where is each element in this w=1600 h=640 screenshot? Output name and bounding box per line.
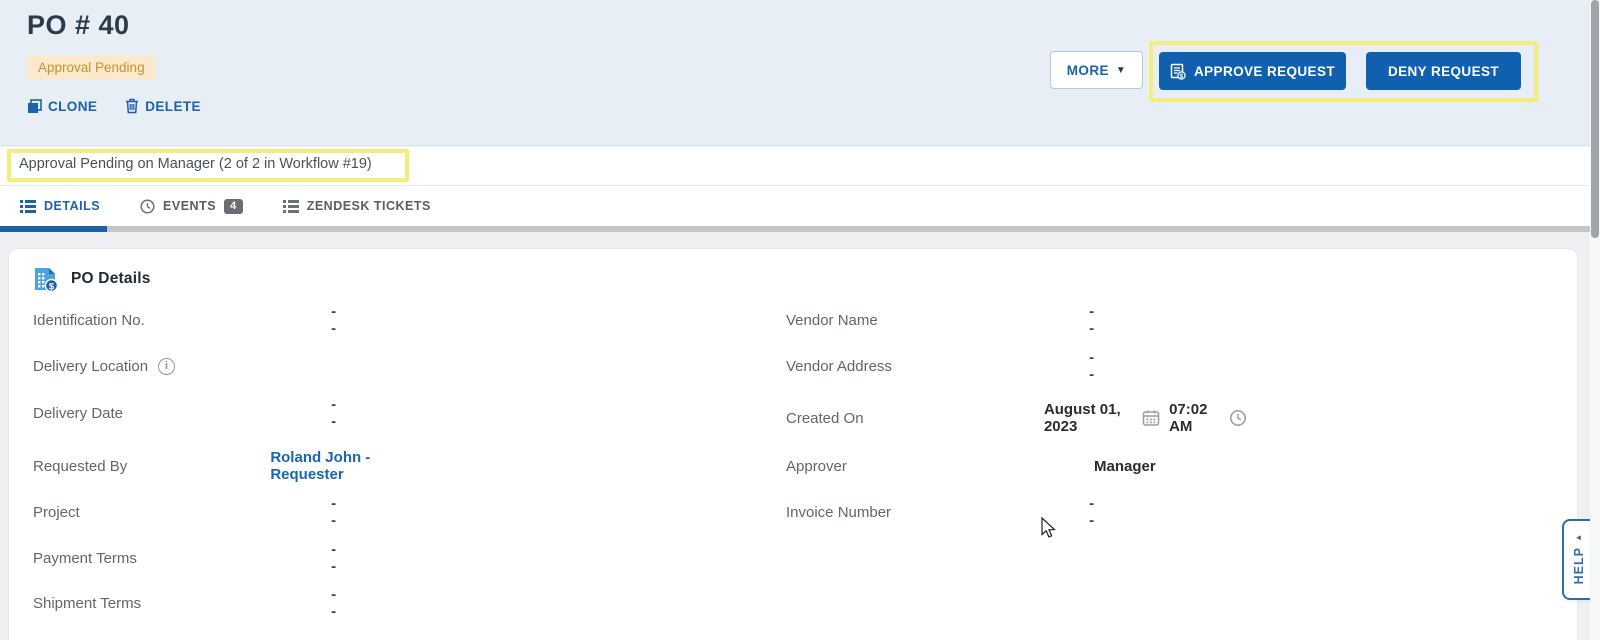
help-label: HELP xyxy=(1571,547,1586,585)
svg-text:$: $ xyxy=(49,281,55,292)
svg-text:$: $ xyxy=(1179,73,1183,80)
tab-zendesk-tickets[interactable]: ZENDESK TICKETS xyxy=(273,186,441,226)
field-value: -- xyxy=(331,303,337,337)
created-on-date: August 01, 2023 xyxy=(1043,401,1121,435)
delete-label: DELETE xyxy=(145,98,201,114)
field-label: Approver xyxy=(786,457,847,475)
field-value: -- xyxy=(1089,495,1095,529)
trash-icon xyxy=(125,98,139,114)
field-label: Payment Terms xyxy=(33,549,137,567)
approve-request-button[interactable]: $ APPROVE REQUEST xyxy=(1159,52,1346,90)
more-label: MORE xyxy=(1066,62,1109,78)
deny-label: DENY REQUEST xyxy=(1387,63,1500,79)
field-row-project: Project -- xyxy=(33,495,341,529)
delete-button[interactable]: DELETE xyxy=(125,98,201,114)
field-row-vendor-name: Vendor Name -- xyxy=(786,303,1099,337)
field-value: -- xyxy=(331,541,337,575)
field-label: Vendor Name xyxy=(786,311,878,329)
vertical-scrollbar-thumb[interactable] xyxy=(1591,0,1599,238)
field-row-shipment-terms: Shipment Terms -- xyxy=(33,586,341,620)
field-value: -- xyxy=(331,495,337,529)
field-row-approver: Approver Manager xyxy=(786,455,1156,477)
field-label: Created On xyxy=(786,409,864,427)
field-row-delivery-date: Delivery Date -- xyxy=(33,396,341,430)
field-label: Identification No. xyxy=(33,311,145,329)
info-icon[interactable]: i xyxy=(158,357,176,375)
field-value: -- xyxy=(1089,303,1095,337)
field-value: -- xyxy=(331,396,337,430)
tab-events-label: EVENTS xyxy=(163,199,217,213)
tab-details-label: DETAILS xyxy=(44,199,101,213)
events-count-badge: 4 xyxy=(224,198,243,214)
field-label: Invoice Number xyxy=(786,503,892,521)
list-icon xyxy=(20,199,36,213)
vertical-scrollbar-track[interactable] xyxy=(1590,0,1600,640)
section-title: PO Details xyxy=(71,270,151,287)
list-icon xyxy=(282,199,299,213)
field-row-payment-terms: Payment Terms -- xyxy=(33,541,341,575)
tab-details[interactable]: DETAILS xyxy=(10,186,110,226)
field-value: -- xyxy=(331,586,337,620)
po-details-card: $ PO Details Identification No. -- Deliv… xyxy=(8,248,1578,640)
po-details-icon: $ xyxy=(33,265,59,293)
field-value: Manager xyxy=(1094,457,1156,475)
field-row-identification-no: Identification No. -- xyxy=(33,303,341,337)
clone-icon xyxy=(27,98,42,114)
tab-events[interactable]: EVENTS 4 xyxy=(130,186,253,226)
page-title: PO # 40 xyxy=(27,10,130,40)
field-label: Project xyxy=(33,503,80,521)
tab-bar: DETAILS EVENTS 4 ZENDESK TICKETS xyxy=(0,186,1590,226)
status-badge: Approval Pending xyxy=(27,55,156,80)
chevron-down-icon: ▼ xyxy=(1115,64,1127,76)
tab-zendesk-label: ZENDESK TICKETS xyxy=(306,199,431,213)
field-row-requested-by: Requested By Roland John - Requester xyxy=(33,449,409,483)
clock-icon xyxy=(1229,409,1247,427)
field-value: -- xyxy=(1089,349,1095,383)
more-button[interactable]: MORE ▼ xyxy=(1050,51,1143,89)
field-row-invoice-number: Invoice Number -- xyxy=(786,495,1099,529)
field-label: Vendor Address xyxy=(786,357,892,375)
created-on-time: 07:02 AM xyxy=(1169,401,1208,435)
highlight-annotation-status xyxy=(7,149,409,182)
clone-label: CLONE xyxy=(48,98,98,114)
requested-by-link[interactable]: Roland John - Requester xyxy=(270,449,409,483)
approve-label: APPROVE REQUEST xyxy=(1193,63,1336,79)
field-label: Delivery Date xyxy=(33,404,124,422)
clone-button[interactable]: CLONE xyxy=(27,98,97,114)
caret-left-icon: ◄ xyxy=(1574,533,1583,543)
field-label: Requested By xyxy=(33,457,128,475)
clock-history-icon xyxy=(140,198,155,214)
field-label: Shipment Terms xyxy=(33,594,142,612)
field-row-created-on: Created On August 01, 2023 07:02 AM xyxy=(786,401,1247,435)
field-row-delivery-location: Delivery Location i xyxy=(33,355,336,377)
page-header: PO # 40 Approval Pending CLONE DELETE MO… xyxy=(0,0,1590,146)
field-row-vendor-address: Vendor Address -- xyxy=(786,349,1099,383)
field-label: Delivery Location i xyxy=(33,357,336,375)
deny-request-button[interactable]: DENY REQUEST xyxy=(1366,52,1521,90)
approve-doc-icon: $ xyxy=(1170,63,1186,80)
calendar-icon xyxy=(1142,409,1160,427)
